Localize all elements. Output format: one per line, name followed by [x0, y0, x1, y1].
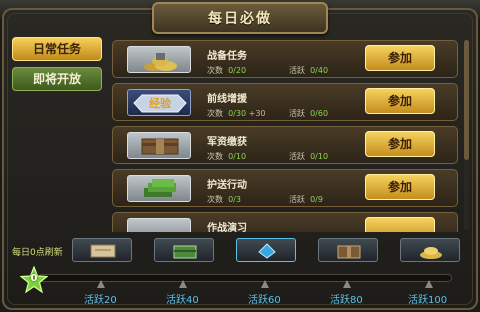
coin-pile-icon: [127, 46, 191, 73]
join-button[interactable]: 参加: [365, 131, 435, 157]
times-label: 次数: [207, 66, 223, 75]
times-value: 0/20: [228, 66, 247, 75]
times-label: 次数: [207, 152, 223, 161]
gold-pile-icon: [420, 247, 442, 259]
reward-chest-40[interactable]: [154, 238, 214, 262]
supply-crate-icon: [127, 132, 191, 159]
activity-value: 0/60: [310, 109, 329, 118]
activity-label: 活跃: [289, 195, 305, 204]
times-value: 0/10: [228, 152, 247, 161]
task-name: 前线增援: [207, 94, 247, 105]
task-activity: 活跃 0/10: [289, 151, 328, 162]
times-value: 0/30: [228, 109, 247, 118]
training-icon: [127, 218, 191, 232]
task-activity: 活跃 0/9: [289, 194, 323, 205]
times-extra: +30: [248, 109, 266, 118]
task-row: 护送行动 次数 0/3 活跃 0/9 参加: [112, 169, 458, 207]
milestone-marker-icon: [261, 280, 269, 288]
task-row: 作战演习: [112, 212, 458, 232]
join-button[interactable]: [365, 217, 435, 232]
experience-badge-icon: 经验: [127, 89, 191, 116]
reward-chest-80[interactable]: [318, 238, 378, 262]
milestone-label: 活跃100: [408, 295, 448, 306]
activity-value: 0/9: [310, 195, 323, 204]
task-name: 护送行动: [207, 180, 247, 191]
task-activity: 活跃 0/40: [289, 65, 328, 76]
activity-label: 活跃: [289, 152, 305, 161]
times-value: 0/3: [228, 195, 241, 204]
current-activity-value: 0: [30, 273, 38, 284]
milestone-marker-icon: [97, 280, 105, 288]
task-times: 次数 0/3: [207, 194, 241, 205]
milestone-label: 活跃80: [330, 295, 363, 306]
activity-value: 0/40: [310, 66, 329, 75]
task-activity: 活跃 0/60: [289, 108, 328, 119]
task-name: 作战演习: [207, 223, 247, 232]
milestone-marker-icon: [425, 280, 433, 288]
task-row: 军资缴获 次数 0/10 活跃 0/10 参加: [112, 126, 458, 164]
wooden-chest-icon: [337, 245, 361, 259]
tab-daily-tasks[interactable]: 日常任务: [12, 37, 102, 61]
map-scroll-icon: [90, 244, 116, 258]
task-times: 次数 0/30 +30: [207, 108, 266, 119]
task-times: 次数 0/20: [207, 65, 246, 76]
task-row: 战备任务 次数 0/20 活跃 0/40 参加: [112, 40, 458, 78]
panel-title-plate: 每日必做: [152, 2, 328, 34]
milestone-label: 活跃40: [166, 295, 199, 306]
task-list-scrollbar[interactable]: [464, 40, 469, 230]
green-chest-icon: [173, 245, 197, 259]
tab-coming-soon[interactable]: 即将开放: [12, 67, 102, 91]
task-times: 次数 0/10: [207, 151, 246, 162]
times-label: 次数: [207, 109, 223, 118]
panel-title: 每日必做: [208, 11, 272, 27]
task-row: 经验 前线增援 次数 0/30 +30 活跃 0/60 参加: [112, 83, 458, 121]
join-button[interactable]: 参加: [365, 45, 435, 71]
times-label: 次数: [207, 195, 223, 204]
activity-label: 活跃: [289, 109, 305, 118]
reward-chest-100[interactable]: [400, 238, 460, 262]
milestone-label: 活跃20: [84, 295, 117, 306]
blue-crystal-icon: [258, 243, 276, 259]
join-button[interactable]: 参加: [365, 88, 435, 114]
reward-chest-60[interactable]: [236, 238, 296, 262]
refresh-note: 每日0点刷新: [12, 248, 63, 258]
cash-stack-icon: [127, 175, 191, 202]
reward-chest-20[interactable]: [72, 238, 132, 262]
scrollbar-thumb[interactable]: [464, 40, 469, 160]
join-button[interactable]: 参加: [365, 174, 435, 200]
activity-label: 活跃: [289, 66, 305, 75]
milestone-marker-icon: [343, 280, 351, 288]
experience-badge-text: 经验: [149, 97, 171, 110]
task-list[interactable]: 战备任务 次数 0/20 活跃 0/40 参加 经验 前线增援 次数 0/30 …: [112, 36, 462, 232]
activity-value: 0/10: [310, 152, 329, 161]
task-name: 军资缴获: [207, 137, 247, 148]
task-name: 战备任务: [207, 51, 247, 62]
milestone-label: 活跃60: [248, 295, 281, 306]
milestone-marker-icon: [179, 280, 187, 288]
